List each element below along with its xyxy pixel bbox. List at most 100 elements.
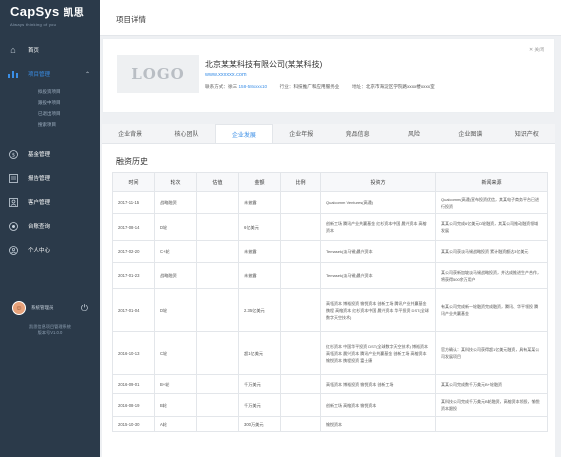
nav-item-label: 报告管理: [28, 176, 51, 182]
user-name: 系统管理员: [31, 305, 54, 310]
cell-valuation: [196, 393, 239, 417]
user-icon: [8, 197, 18, 207]
profile-icon: [8, 245, 18, 255]
cell-news: 某某公司获淡马锡战略投资 累计融资额达3亿美元: [435, 240, 548, 263]
table-row: 2017-01-04 D轮 2.35亿美元 高瓴资本 博裕投资 愉悦资本 创新工场 腾…: [112, 288, 548, 332]
cell-amount: 300万美元: [238, 416, 281, 432]
cell-amount: 超1亿美元: [238, 331, 281, 375]
cell-date: 2016-10-13: [112, 331, 155, 375]
company-card: LOGO 北京某某科技有限公司(某某科技) www.xxxxxx.com 联系方…: [102, 38, 555, 113]
col-investors: 投资方: [320, 172, 436, 192]
tab-risk[interactable]: 风险: [386, 124, 442, 143]
cell-news: [435, 416, 548, 432]
nav-item-label: 基金管理: [28, 152, 51, 158]
tab-graph[interactable]: 企业图谱: [442, 124, 498, 143]
nav-item-ledger[interactable]: 台账查询: [0, 214, 100, 238]
brand-name-cn: 凯思: [63, 8, 85, 19]
cell-amount: 千万美元: [238, 393, 281, 417]
nav-item-funds[interactable]: $ 基金管理: [0, 142, 100, 166]
tab-development[interactable]: 企业发展: [214, 124, 274, 143]
sub-item-search[interactable]: 搜索项目: [38, 119, 100, 130]
cell-amount: 未披露: [238, 240, 281, 263]
brand-name: CapSys: [10, 4, 60, 19]
table-row: 2016-09-01 B+轮 千万美元 高瓴资本 博裕投资 愉悦资本 创新工场 某某公司…: [112, 374, 548, 394]
cell-ratio: [280, 416, 321, 432]
nav-item-projects[interactable]: 项目管理 ⌃: [0, 62, 100, 86]
system-version: 版本号V1.0.0: [37, 330, 63, 335]
cell-valuation: [196, 331, 239, 375]
cell-date: 2015-10-30: [112, 416, 155, 432]
cell-date: 2017-11-15: [112, 191, 155, 214]
nav-item-label: 客户管理: [28, 200, 51, 206]
cell-investors: 高瓴资本 博裕投资 愉悦资本 创新工场 腾讯产业共赢基金 携程 高榕资本 红杉资…: [320, 288, 436, 332]
cell-date: 2016-09-01: [112, 374, 155, 394]
close-button[interactable]: ✕ 关闭: [529, 46, 544, 53]
cell-valuation: [196, 374, 239, 394]
cell-investors: 创新工场 腾讯产业共赢基金 红杉资本中国 晨兴资本 高榕资本: [320, 213, 436, 241]
industry-label: 行业：: [279, 84, 294, 89]
sub-item-planned[interactable]: 拟投资项目: [38, 86, 100, 97]
table-row: 2017-11-15 战略融资 未披露 Qualcomm Ventures(高通) Qu…: [112, 191, 548, 214]
power-icon[interactable]: ⏻: [81, 303, 88, 314]
contact-phone: 158-58xxxx10: [238, 84, 268, 89]
company-logo: LOGO: [117, 55, 199, 93]
cell-valuation: [196, 288, 239, 332]
col-date: 时间: [112, 172, 155, 192]
cell-date: 2017-01-04: [112, 288, 155, 332]
avatar[interactable]: ☺: [12, 301, 26, 315]
cell-news: 某某公司完成6亿美元D轮融资，其某公司推动融资领域发展: [435, 213, 548, 241]
nav-item-label: 首页: [28, 48, 40, 54]
cell-ratio: [280, 331, 321, 375]
cell-investors: 高瓴资本 博裕投资 愉悦资本 创新工场: [320, 374, 436, 394]
cell-investors: 愉悦资本: [320, 416, 436, 432]
company-url[interactable]: www.xxxxxx.com: [205, 72, 247, 78]
cell-valuation: [196, 240, 239, 263]
home-icon: ⌂: [10, 45, 16, 55]
cell-amount: 未披露: [238, 191, 281, 214]
page-title: 项目详情: [116, 15, 146, 24]
tab-core-team[interactable]: 核心团队: [158, 124, 214, 143]
nav-item-clients[interactable]: 客户管理: [0, 190, 100, 214]
tab-background[interactable]: 企业背景: [102, 124, 158, 143]
table-row: 2016-08-19 B轮 千万美元 创新工场 高榕资本 愉悦资本 某科技公司完成千万美…: [112, 393, 548, 417]
brand-tagline: Always thinking of you: [10, 22, 57, 27]
sub-item-exited[interactable]: 已退出项目: [38, 108, 100, 119]
nav-item-reports[interactable]: 报告管理: [0, 166, 100, 190]
chart-icon: [8, 69, 18, 79]
detail-tabs: 企业背景 核心团队 企业发展 企业年报 竞品信息 风险 企业图谱 知识产权: [102, 124, 555, 144]
cell-valuation: [196, 262, 239, 289]
tab-annual-report[interactable]: 企业年报: [273, 124, 329, 143]
cell-ratio: [280, 374, 321, 394]
table-row: 2015-10-30 A轮 300万美元 愉悦资本: [112, 416, 548, 432]
company-info: 联系方式：徐三 158-58xxxx10 行业：科技推广和应用服务业 地址：北京…: [205, 84, 435, 90]
content-panel: 融资历史 时间 轮次 估值 金额 比例 投资方 新闻来源 2017-11-15 战…: [102, 144, 555, 457]
tab-competitors[interactable]: 竞品信息: [330, 124, 386, 143]
cell-news: Qualcomm(高通)宣布投资优信，其某电子商务平台已进行投资: [435, 191, 548, 214]
cell-round: 战略融资: [154, 262, 197, 289]
cell-round: D轮: [154, 288, 197, 332]
sidebar: CapSys 凯思 Always thinking of you ⌂ 首页 项目…: [0, 0, 100, 457]
cell-round: C+轮: [154, 240, 197, 263]
cell-valuation: [196, 416, 239, 432]
cell-round: D轮: [154, 213, 197, 241]
cell-ratio: [280, 288, 321, 332]
company-logo-text: LOGO: [131, 65, 185, 83]
industry-value: 科技推广和应用服务业: [293, 84, 340, 89]
brand-logo[interactable]: CapSys 凯思 Always thinking of you: [0, 0, 100, 38]
nav-item-label: 台账查询: [28, 224, 51, 230]
sub-item-ongoing[interactable]: 跟投中项目: [38, 97, 100, 108]
financing-table: 时间 轮次 估值 金额 比例 投资方 新闻来源 2017-11-15 战略融资 未披…: [112, 172, 548, 432]
table-row: 2017-01-23 战略融资 未披露 Temasek(淡马锡)晨兴资本 某公司获新加坡…: [112, 262, 548, 289]
chevron-up-icon: ⌃: [84, 71, 90, 78]
cell-investors: 创新工场 高榕资本 愉悦资本: [320, 393, 436, 417]
contact-name: 徐三: [227, 84, 238, 89]
tab-ip[interactable]: 知识产权: [499, 124, 555, 143]
nav-item-home[interactable]: ⌂ 首页: [0, 38, 100, 62]
nav-item-profile[interactable]: 个人中心: [0, 238, 100, 262]
cell-news: 某科技公司完成千万美元B轮融资，高榕资本领投，愉悦资本跟投: [435, 393, 548, 417]
cell-investors: 红杉资本 中国华平投资 DST(全球数字天空技术) 博裕资本 高瓴资本 晨兴资本…: [320, 331, 436, 375]
cell-investors: Temasek(淡马锡)晨兴资本: [320, 240, 436, 263]
col-valuation: 估值: [196, 172, 239, 192]
cell-ratio: [280, 191, 321, 214]
cell-date: 2017-08-14: [112, 213, 155, 241]
